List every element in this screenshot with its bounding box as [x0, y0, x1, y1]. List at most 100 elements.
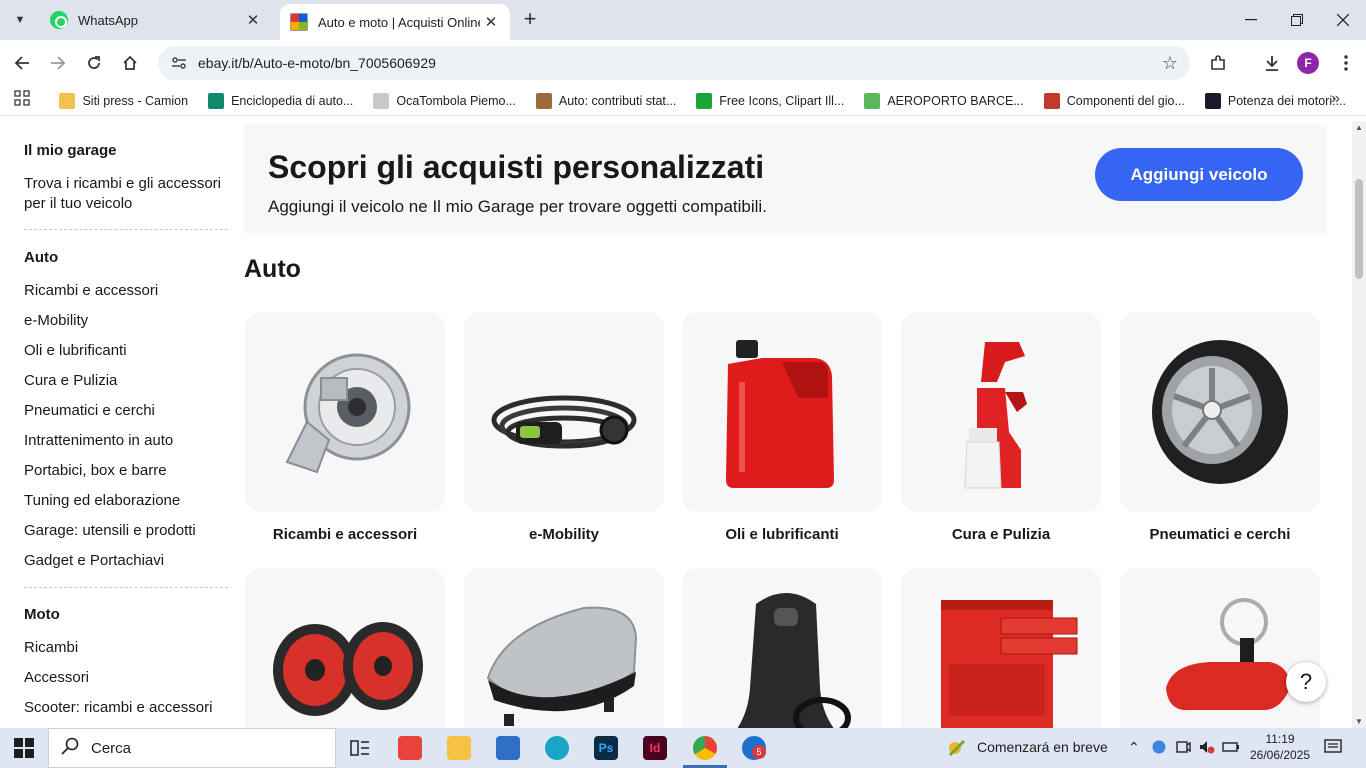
ev-charger-icon[interactable] [464, 312, 664, 512]
tool-cabinet-icon[interactable] [901, 568, 1101, 728]
bookmark-star-icon[interactable]: ☆ [1162, 53, 1178, 74]
tab-search-button[interactable]: ▼ [6, 7, 34, 33]
tile-cura-pulizia[interactable]: Cura e Pulizia [901, 312, 1101, 543]
sidebar-item-auto[interactable]: Intrattenimento in auto [24, 431, 173, 451]
sidebar-item-auto[interactable]: e-Mobility [24, 311, 88, 331]
spray-bottle-icon[interactable] [901, 312, 1101, 512]
file-explorer-icon[interactable] [447, 736, 471, 760]
sidebar-heading-auto[interactable]: Auto [24, 249, 58, 266]
site-info-icon[interactable] [164, 56, 194, 70]
page-scrollbar[interactable]: ▲ ▼ [1352, 121, 1366, 728]
edge-icon[interactable] [545, 736, 569, 760]
notifications-icon[interactable] [1324, 739, 1342, 758]
tile-label[interactable]: Cura e Pulizia [901, 526, 1101, 543]
tile-row2-4[interactable] [901, 568, 1101, 728]
tab-whatsapp[interactable]: WhatsApp ✕ [40, 0, 272, 40]
sidebar-item-auto[interactable]: Pneumatici e cerchi [24, 401, 155, 421]
back-button[interactable] [7, 48, 37, 78]
bookmark-item[interactable]: Potenza dei motori:... [1204, 92, 1346, 109]
sidebar-heading-garage[interactable]: Il mio garage [24, 142, 117, 159]
bookmark-item[interactable]: Siti press - Camion [59, 92, 188, 109]
windows-start-icon[interactable] [14, 738, 34, 758]
downloads-button[interactable] [1257, 48, 1287, 78]
speakers-icon[interactable] [245, 568, 445, 728]
system-clock[interactable]: 11:19 26/06/2025 [1250, 731, 1310, 763]
oil-can-icon[interactable] [682, 312, 882, 512]
tile-row2-5[interactable] [1120, 568, 1320, 728]
extensions-button[interactable] [1203, 48, 1233, 78]
restore-button[interactable] [1274, 6, 1320, 34]
tile-e-mobility[interactable]: e-Mobility [464, 312, 664, 543]
roof-box-icon[interactable] [464, 568, 664, 728]
tile-label[interactable]: Ricambi e accessori [245, 526, 445, 543]
volume-muted-icon[interactable] [1198, 739, 1216, 758]
status-text[interactable]: Comenzará en breve [977, 739, 1108, 755]
scroll-up-icon[interactable]: ▲ [1355, 123, 1363, 132]
sidebar-item-auto[interactable]: Tuning ed elaborazione [24, 491, 180, 511]
bookmark-item[interactable]: Auto: contributi stat... [535, 92, 676, 109]
bookmark-label: AEROPORTO BARCE... [887, 93, 1024, 108]
bookmark-item[interactable]: OcaTombola Piemo... [373, 92, 516, 109]
reload-button[interactable] [79, 48, 109, 78]
bookmark-item[interactable]: Componenti del gio... [1043, 92, 1185, 109]
weather-icon[interactable] [946, 739, 968, 760]
sidebar-heading-moto[interactable]: Moto [24, 606, 60, 623]
bookmark-item[interactable]: Free Icons, Clipart Ill... [696, 92, 844, 109]
sidebar-garage-text[interactable]: Trova i ricambi e gli accessori per il t… [24, 174, 228, 214]
bookmark-item[interactable]: AEROPORTO BARCE... [864, 92, 1024, 109]
meet-icon[interactable] [1175, 739, 1191, 758]
sidebar-item-auto[interactable]: Gadget e Portachiavi [24, 551, 164, 571]
wheel-icon[interactable] [1120, 312, 1320, 512]
car-keychain-icon[interactable] [1120, 568, 1320, 728]
tile-pneumatici-cerchi[interactable]: Pneumatici e cerchi [1120, 312, 1320, 543]
sidebar-item-moto[interactable]: Scooter: ricambi e accessori [24, 698, 212, 718]
tab-ebay[interactable]: Auto e moto | Acquisti Online s ✕ [280, 4, 510, 40]
tile-row2-2[interactable] [464, 568, 664, 728]
photoshop-icon[interactable]: Ps [594, 736, 618, 760]
add-vehicle-button[interactable]: Aggiungi veicolo [1095, 148, 1303, 201]
task-view-icon[interactable] [348, 736, 372, 760]
scroll-down-icon[interactable]: ▼ [1355, 717, 1363, 726]
tile-ricambi-accessori[interactable]: Ricambi e accessori [245, 312, 445, 543]
sidebar-item-moto[interactable]: Ricambi [24, 638, 78, 658]
help-button[interactable]: ? [1286, 662, 1326, 702]
sidebar-item-auto[interactable]: Ricambi e accessori [24, 281, 158, 301]
chevron-up-icon[interactable]: ⌃ [1128, 739, 1140, 756]
sidebar-item-auto[interactable]: Cura e Pulizia [24, 371, 117, 391]
menu-button[interactable] [1331, 48, 1361, 78]
tile-row2-3[interactable] [682, 568, 882, 728]
minimize-button[interactable] [1228, 6, 1274, 34]
gift-app-icon[interactable] [398, 736, 422, 760]
racing-seat-icon[interactable] [682, 568, 882, 728]
tile-row2-1[interactable] [245, 568, 445, 728]
sidebar-item-auto[interactable]: Garage: utensili e prodotti [24, 521, 196, 541]
bookmarks-overflow-icon[interactable]: » [1331, 90, 1340, 108]
forward-button[interactable] [43, 48, 73, 78]
address-bar[interactable]: ebay.it/b/Auto-e-moto/bn_7005606929 ☆ [158, 46, 1190, 80]
home-button[interactable] [115, 48, 145, 78]
apps-grid-icon[interactable] [14, 90, 35, 111]
tile-label[interactable]: Pneumatici e cerchi [1120, 526, 1320, 543]
taskbar-search[interactable]: Cerca [48, 728, 336, 768]
battery-icon[interactable] [1222, 739, 1240, 758]
sidebar-item-auto[interactable]: Portabici, box e barre [24, 461, 167, 481]
store-icon[interactable] [496, 736, 520, 760]
sidebar-item-auto[interactable]: Oli e lubrificanti [24, 341, 127, 361]
tile-oli-lubrificanti[interactable]: Oli e lubrificanti [682, 312, 882, 543]
network-app-icon[interactable] [1151, 739, 1167, 758]
turbo-icon[interactable] [245, 312, 445, 512]
sidebar-item-moto[interactable]: Accessori [24, 668, 89, 688]
chrome-icon[interactable] [693, 736, 717, 760]
tile-label[interactable]: e-Mobility [464, 526, 664, 543]
close-tab-icon[interactable]: ✕ [242, 9, 264, 31]
close-tab-icon[interactable]: ✕ [480, 11, 502, 33]
close-window-button[interactable] [1320, 6, 1366, 34]
profile-avatar[interactable]: F [1297, 52, 1319, 74]
forward-arrow-icon [51, 56, 66, 70]
bookmark-item[interactable]: Enciclopedia di auto... [208, 92, 353, 109]
scroll-thumb[interactable] [1355, 179, 1363, 279]
tile-label[interactable]: Oli e lubrificanti [682, 526, 882, 543]
tab-title: Auto e moto | Acquisti Online s [318, 14, 480, 30]
new-tab-button[interactable]: + [518, 8, 542, 32]
indesign-icon[interactable]: Id [643, 736, 667, 760]
